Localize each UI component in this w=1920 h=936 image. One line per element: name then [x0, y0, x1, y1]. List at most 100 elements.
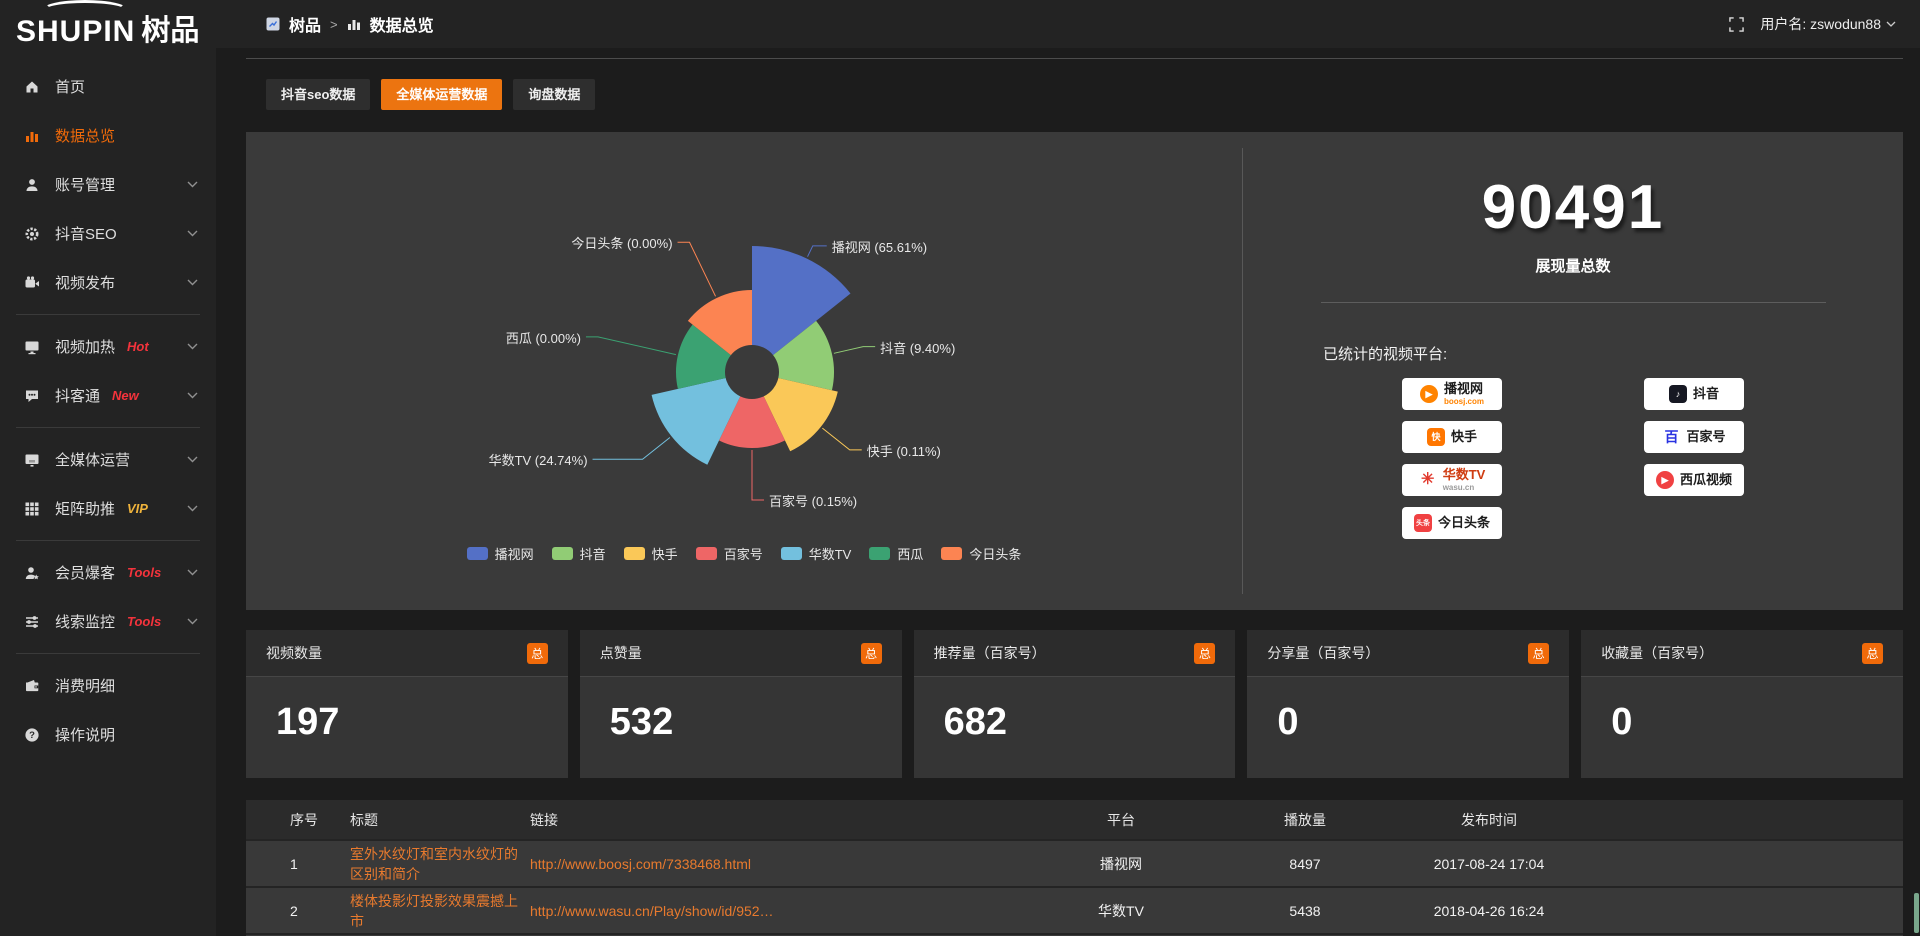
sidebar-item-video-heat[interactable]: 视频加热 Hot: [0, 322, 216, 371]
legend-item-百家号[interactable]: 百家号: [696, 544, 763, 563]
stat-card-value: 0: [1277, 701, 1569, 744]
stat-card-header: 点赞量 总: [580, 630, 902, 677]
cell-plays: 5438: [1214, 887, 1396, 934]
total-badge: 总: [527, 643, 548, 664]
sidebar-item-label: 视频加热: [55, 336, 115, 357]
sidebar-item-badge: Hot: [127, 339, 149, 354]
stat-card-video-count: 视频数量 总 197: [246, 630, 568, 778]
breadcrumb-item-home[interactable]: 树品: [289, 12, 321, 36]
sidebar-item-label: 会员爆客: [55, 562, 115, 583]
platform-name: 今日头条: [1438, 516, 1490, 530]
header-checkbox-cell: [246, 800, 280, 840]
col-header-title: 标题: [340, 800, 520, 840]
play-circle-icon: ▶: [1420, 385, 1438, 403]
stat-card-title: 推荐量（百家号）: [934, 643, 1046, 663]
platform-name: 华数TV: [1443, 468, 1486, 482]
stat-card-title: 分享量（百家号）: [1267, 643, 1379, 663]
platforms-counted-label: 已统计的视频平台:: [1323, 343, 1903, 364]
pie-label-播视网: 播视网 (65.61%): [832, 237, 927, 256]
scrollbar-thumb[interactable]: [1914, 893, 1919, 933]
breadcrumb-item-current: 数据总览: [370, 12, 434, 36]
tab-omni-media-data[interactable]: 全媒体运营数据: [381, 79, 502, 110]
legend-item-播视网[interactable]: 播视网: [467, 544, 534, 563]
tiktok-note-icon: ♪: [1669, 385, 1687, 403]
sidebar-item-douketong[interactable]: 抖客通New: [0, 371, 216, 420]
sidebar-item-video-publish[interactable]: 视频发布: [0, 258, 216, 307]
stat-card-value: 197: [276, 701, 568, 744]
pie-label-line: [586, 337, 676, 355]
sidebar-item-home[interactable]: 首页: [0, 62, 216, 111]
legend-label: 播视网: [495, 544, 534, 563]
legend-swatch: [624, 547, 645, 560]
pie-legend: 播视网 抖音快手百家号 华数TV 西瓜今日头条: [246, 544, 1242, 563]
sidebar-item-matrix-boost[interactable]: 矩阵助推VIP: [0, 484, 216, 533]
bar-chart-icon: [24, 128, 40, 144]
legend-item-抖音[interactable]: 抖音: [552, 544, 606, 563]
stat-card-recommend-count: 推荐量（百家号） 总 682: [914, 630, 1236, 778]
legend-swatch: [552, 547, 573, 560]
pie-label-抖音: 抖音 (9.40%): [880, 338, 955, 357]
sidebar-item-member-burst[interactable]: 会员爆客Tools: [0, 548, 216, 597]
video-url-link[interactable]: http://www.wasu.cn/Play/show/id/952…: [530, 903, 774, 919]
platform-badge-baijiahao: 百百家号: [1644, 421, 1744, 453]
logo-text-en: SHUPIN: [16, 15, 135, 49]
sidebar-item-label: 全媒体运营: [55, 449, 130, 470]
platform-name: 抖音: [1693, 387, 1719, 401]
pie-label-华数TV: 华数TV (24.74%): [489, 450, 588, 469]
legend-label: 华数TV: [809, 544, 852, 563]
sidebar-item-data-overview[interactable]: 数据总览: [0, 111, 216, 160]
cell-index: 1: [280, 840, 340, 887]
legend-item-华数TV[interactable]: 华数TV: [781, 544, 852, 563]
col-header-plays: 播放量: [1214, 800, 1396, 840]
svg-text:?: ?: [29, 730, 35, 741]
app-logo[interactable]: SHUPIN 树品: [16, 7, 199, 49]
stat-card-favorite-count: 收藏量（百家号） 总 0: [1581, 630, 1903, 778]
platform-badge-toutiao: 头条今日头条: [1402, 507, 1502, 539]
chevron-down-icon: [187, 505, 198, 512]
legend-item-今日头条[interactable]: 今日头条: [941, 544, 1021, 563]
logo-arc-decoration: [42, 0, 128, 20]
stat-card-like-count: 点赞量 总 532: [580, 630, 902, 778]
tab-inquiry-data[interactable]: 询盘数据: [513, 79, 595, 110]
legend-item-西瓜[interactable]: 西瓜: [869, 544, 923, 563]
pie-label-百家号: 百家号 (0.15%): [769, 491, 857, 510]
home-icon: [24, 79, 40, 95]
user-menu[interactable]: 用户名: zswodun88: [1760, 14, 1896, 34]
chevron-down-icon: [187, 392, 198, 399]
legend-label: 西瓜: [897, 544, 923, 563]
sidebar-item-badge: Tools: [127, 614, 161, 629]
platform-name: 百家号: [1686, 430, 1725, 444]
video-title-link[interactable]: 室外水纹灯和室内水纹灯的区别和简介: [350, 846, 518, 882]
sidebar-item-label: 线索监控: [55, 611, 115, 632]
sidebar-item-omni-media[interactable]: 全媒体运营: [0, 435, 216, 484]
video-title-link[interactable]: 楼体投影灯投影效果震撼上市: [350, 893, 518, 929]
sidebar-item-help[interactable]: ?操作说明: [0, 710, 216, 759]
col-header-time: 发布时间: [1396, 800, 1582, 840]
platform-badge-douyin: ♪ 抖音: [1644, 378, 1744, 410]
pie-label-line: [678, 242, 716, 296]
table-row: 1 室外水纹灯和室内水纹灯的区别和简介 http://www.boosj.com/7…: [246, 840, 1903, 887]
fullscreen-icon[interactable]: [1729, 17, 1744, 32]
grid-icon: [24, 501, 40, 517]
tab-douyin-seo-data[interactable]: 抖音seo数据: [266, 79, 370, 110]
sidebar-divider: [16, 653, 200, 654]
sidebar-item-douyin-seo[interactable]: 抖音SEO: [0, 209, 216, 258]
pie-label-西瓜: 西瓜 (0.00%): [506, 328, 581, 347]
breadcrumb-separator: >: [330, 17, 338, 32]
table-header-row: 序号标题链接平台播放量发布时间: [246, 800, 1903, 840]
legend-label: 抖音: [580, 544, 606, 563]
sidebar: 首页数据总览账号管理抖音SEO视频发布视频加热 Hot 抖客通New 全媒体运营矩阵助…: [0, 48, 216, 936]
chevron-down-icon: [187, 343, 198, 350]
stat-card-header: 视频数量 总: [246, 630, 568, 677]
chart-panel: 播视网抖音快手百家号华数TV西瓜今日头条 播视网 (65.61%)抖音 (9.4…: [246, 132, 1903, 610]
pie-slice-华数TV[interactable]: [652, 378, 741, 465]
sidebar-item-clue-monitor[interactable]: 线索监控 Tools: [0, 597, 216, 646]
legend-item-快手[interactable]: 快手: [624, 544, 678, 563]
sidebar-item-account-manage[interactable]: 账号管理: [0, 160, 216, 209]
sidebar-item-consume-detail[interactable]: 消费明细: [0, 661, 216, 710]
legend-swatch: [941, 547, 962, 560]
video-url-link[interactable]: http://www.boosj.com/7338468.html: [530, 856, 751, 872]
sidebar-divider: [16, 314, 200, 315]
col-header-index: 序号: [280, 800, 340, 840]
pie-label-line: [752, 450, 764, 500]
